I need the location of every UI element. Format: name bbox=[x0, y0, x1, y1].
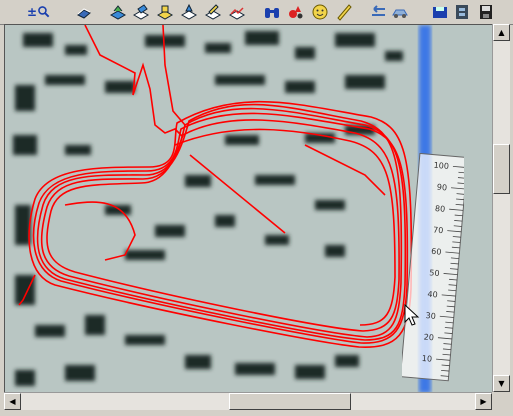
vertical-scrollbar[interactable]: ▲ ▼ bbox=[492, 24, 510, 392]
mouse-pointer-icon bbox=[404, 304, 420, 326]
scale-ruler[interactable]: 100 90 80 70 60 50 40 30 20 10 bbox=[402, 153, 464, 383]
scrollbar-corner bbox=[492, 392, 509, 409]
film-icon[interactable] bbox=[452, 2, 472, 22]
zoom-in-out-icon[interactable]: ± bbox=[24, 2, 54, 22]
back-icon[interactable] bbox=[368, 2, 388, 22]
horizontal-scrollbar[interactable]: ◀ ▶ bbox=[4, 392, 492, 410]
layer-4-icon[interactable] bbox=[179, 2, 199, 22]
horizontal-scroll-thumb[interactable] bbox=[229, 393, 351, 410]
ruler-tick-label: 80 bbox=[435, 204, 446, 214]
save-disk-icon[interactable] bbox=[430, 2, 450, 22]
binoculars-icon[interactable] bbox=[262, 2, 282, 22]
ruler-tick-label: 40 bbox=[427, 290, 438, 300]
ruler-tick-label: 30 bbox=[425, 311, 436, 321]
scroll-up-button[interactable]: ▲ bbox=[493, 24, 510, 41]
ruler-icon[interactable] bbox=[334, 2, 354, 22]
scroll-right-button[interactable]: ▶ bbox=[475, 393, 492, 410]
scroll-down-button[interactable]: ▼ bbox=[493, 375, 510, 392]
book-icon[interactable] bbox=[74, 2, 94, 22]
ruler-tick-label: 20 bbox=[423, 332, 434, 342]
ruler-tick-label: 90 bbox=[436, 183, 447, 193]
layer-5-icon[interactable] bbox=[203, 2, 223, 22]
layer-1-icon[interactable] bbox=[108, 2, 128, 22]
map-view[interactable]: 100 90 80 70 60 50 40 30 20 10 bbox=[4, 24, 494, 394]
layer-6-icon[interactable] bbox=[227, 2, 247, 22]
floppy-icon[interactable] bbox=[476, 2, 496, 22]
ruler-tick-label: 10 bbox=[422, 354, 433, 364]
toolbar: ± bbox=[0, 0, 513, 25]
car-icon[interactable] bbox=[390, 2, 410, 22]
ruler-tick-label: 100 bbox=[433, 161, 449, 171]
smiley-icon[interactable] bbox=[310, 2, 330, 22]
scroll-left-button[interactable]: ◀ bbox=[4, 393, 21, 410]
markers-icon[interactable] bbox=[286, 2, 306, 22]
zoom-label: ± bbox=[26, 5, 38, 19]
vertical-scroll-thumb[interactable] bbox=[493, 144, 510, 194]
ruler-tick-label: 50 bbox=[429, 268, 440, 278]
ruler-tick-label: 70 bbox=[433, 225, 444, 235]
layer-3-icon[interactable] bbox=[155, 2, 175, 22]
layer-2-icon[interactable] bbox=[131, 2, 151, 22]
ruler-tick-label: 60 bbox=[431, 247, 442, 257]
